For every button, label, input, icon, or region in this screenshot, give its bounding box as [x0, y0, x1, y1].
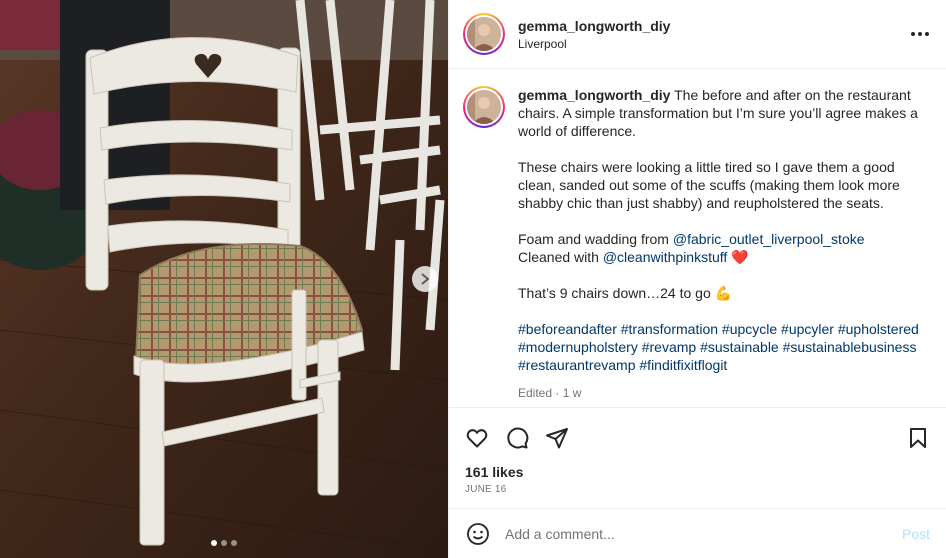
caption-text-segment: Cleaned with [518, 249, 603, 265]
caption-text-segment: That’s 9 chairs down…24 to go [518, 285, 715, 301]
comment-bubble-icon [507, 427, 529, 449]
carousel-next-button[interactable] [412, 266, 438, 292]
hashtags[interactable]: #beforeandafter #transformation #upcycle… [518, 320, 928, 374]
save-button[interactable] [898, 418, 938, 458]
carousel-dot [231, 540, 237, 546]
caption-paragraph-2: These chairs were looking a little tired… [518, 159, 900, 211]
post-comment-button[interactable]: Post [902, 526, 930, 542]
caption-text: gemma_longworth_diy The before and after… [518, 86, 928, 402]
avatar[interactable] [463, 13, 505, 55]
caption-username[interactable]: gemma_longworth_diy [518, 87, 670, 103]
share-button[interactable] [537, 418, 577, 458]
header-username[interactable]: gemma_longworth_diy [518, 18, 908, 34]
post-panel: gemma_longworth_diy Liverpool gemma_long… [448, 0, 946, 558]
caption-paragraph-4: That’s 9 chairs down…24 to go 💪 [518, 284, 928, 302]
paper-plane-icon [546, 428, 568, 449]
caption-text-segment: Foam and wadding from [518, 231, 673, 247]
add-comment-bar: Post [449, 508, 946, 558]
action-bar [449, 418, 946, 458]
chair-photo [0, 0, 448, 558]
more-options-button[interactable] [908, 22, 932, 46]
edited-timestamp: Edited · 1 w [518, 386, 582, 400]
flexed-biceps-emoji: 💪 [714, 285, 733, 301]
caption-paragraph-3: Foam and wadding from @fabric_outlet_liv… [518, 230, 928, 266]
post-header: gemma_longworth_diy Liverpool [449, 0, 946, 69]
post-date[interactable]: JUNE 16 [465, 484, 506, 495]
header-location[interactable]: Liverpool [518, 37, 908, 51]
carousel-dot [211, 540, 217, 546]
mention-link[interactable]: @fabric_outlet_liverpool_stoke [673, 231, 865, 247]
post-media[interactable] [0, 0, 448, 558]
likes-count[interactable]: 161 likes [465, 464, 523, 480]
chevron-right-icon [421, 273, 430, 285]
heart-icon [466, 429, 488, 448]
comment-button[interactable] [497, 418, 537, 458]
carousel-dot [221, 540, 227, 546]
comment-input[interactable] [505, 525, 902, 542]
caption-section: gemma_longworth_diy The before and after… [449, 70, 946, 408]
smiley-icon [467, 522, 489, 545]
emoji-picker-button[interactable] [465, 521, 491, 547]
avatar-image [467, 90, 501, 124]
heart-emoji: ❤️ [731, 249, 749, 265]
avatar-image [467, 17, 501, 51]
bookmark-icon [910, 428, 926, 448]
like-button[interactable] [457, 418, 497, 458]
more-horizontal-icon [911, 32, 929, 36]
caption-avatar[interactable] [463, 86, 505, 128]
carousel-indicator [0, 540, 448, 546]
mention-link[interactable]: @cleanwithpinkstuff [603, 249, 727, 265]
